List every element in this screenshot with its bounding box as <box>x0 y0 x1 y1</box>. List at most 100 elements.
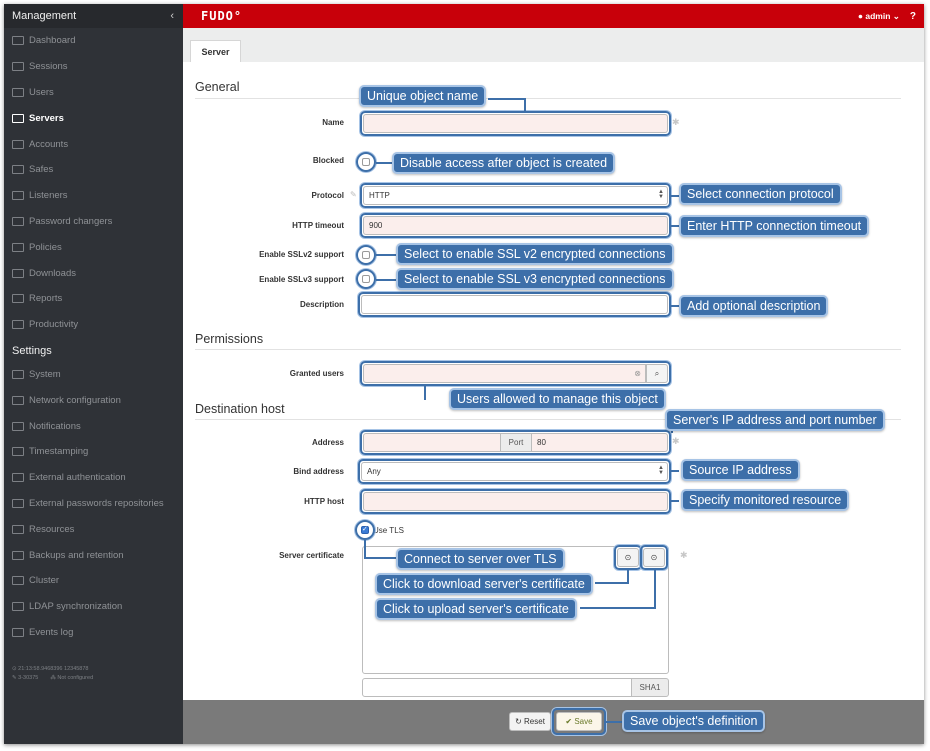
search-icon[interactable]: ⌕ <box>646 364 668 383</box>
sidebar-item-productivity[interactable]: Productivity <box>4 312 183 338</box>
sidebar-item-events-log[interactable]: Events log <box>4 620 183 646</box>
sidebar-item-dashboard[interactable]: Dashboard <box>4 28 183 54</box>
sidebar-item-label: Policies <box>29 241 62 253</box>
callout-tls: Connect to server over TLS <box>396 548 565 570</box>
callout-name: Unique object name <box>359 85 487 107</box>
http-timeout-input[interactable]: 900 <box>363 216 668 235</box>
sidebar-item-servers[interactable]: Servers <box>4 105 183 131</box>
archive-icon <box>12 550 24 560</box>
sslv2-checkbox[interactable] <box>362 251 370 259</box>
sync-icon <box>12 602 24 612</box>
save-button[interactable]: ✔ Save <box>556 712 602 731</box>
address-label: Address <box>311 438 344 447</box>
sidebar-footer: ⊙ 21:13:58.9468396 12345878 ✎ 3-30375 ⁂ … <box>12 665 93 683</box>
sidebar-item-cluster[interactable]: Cluster <box>4 568 183 594</box>
granted-users-input[interactable]: ⊗ <box>363 364 646 383</box>
port-value: 80 <box>537 438 546 447</box>
sidebar-item-safes[interactable]: Safes <box>4 157 183 183</box>
sidebar-item-backups-and-retention[interactable]: Backups and retention <box>4 542 183 568</box>
upload-certificate-icon[interactable]: ⊙ <box>643 548 665 567</box>
app-window: Management ‹ Dashboard Sessions Users Serve… <box>4 4 924 744</box>
blocked-checkbox[interactable] <box>362 158 370 166</box>
connector-line <box>524 98 526 112</box>
clear-icon[interactable]: ⊗ <box>634 369 641 378</box>
download-certificate-icon[interactable]: ⊙ <box>617 548 639 567</box>
name-input[interactable] <box>363 114 668 133</box>
tab-server[interactable]: Server <box>190 40 241 62</box>
connector-line <box>671 500 679 502</box>
chevron-left-icon[interactable]: ‹ <box>170 10 174 22</box>
management-title: Management <box>12 10 77 22</box>
footer-cluster: ⁂ Not configured <box>50 675 94 681</box>
chevron-down-icon: ⌄ <box>892 10 900 21</box>
callout-address: Server's IP address and port number <box>665 409 885 431</box>
address-input[interactable] <box>363 433 501 452</box>
print-icon <box>12 294 24 304</box>
help-icon[interactable]: ? <box>910 11 916 22</box>
save-label: Save <box>574 717 593 726</box>
sidebar-item-external-passwords-repositories[interactable]: External passwords repositories <box>4 491 183 517</box>
sidebar-item-listeners[interactable]: Listeners <box>4 183 183 209</box>
port-input[interactable]: 80 <box>531 433 668 452</box>
listener-icon <box>12 191 24 201</box>
bind-address-select[interactable]: Any ▲ ▼ <box>361 462 668 481</box>
sidebar-item-accounts[interactable]: Accounts <box>4 131 183 157</box>
sidebar-item-users[interactable]: Users <box>4 80 183 106</box>
refresh-icon: ↻ <box>515 717 525 726</box>
granted-users-label: Granted users <box>289 369 344 378</box>
sidebar-item-reports[interactable]: Reports <box>4 286 183 312</box>
general-section-title: General <box>195 80 240 94</box>
sidebar-item-label: Backups and retention <box>29 549 124 561</box>
sidebar-item-label: External authentication <box>29 472 126 484</box>
sidebar-item-password-changers[interactable]: Password changers <box>4 209 183 235</box>
sidebar-item-label: Network configuration <box>29 394 121 406</box>
edit-icon: ✎ <box>350 190 357 199</box>
protocol-select[interactable]: HTTP ▲ ▼ <box>363 186 668 205</box>
sidebar-item-downloads[interactable]: Downloads <box>4 260 183 286</box>
sidebar-item-notifications[interactable]: Notifications <box>4 413 183 439</box>
sidebar-item-resources[interactable]: Resources <box>4 516 183 542</box>
sslv3-checkbox[interactable] <box>362 275 370 283</box>
user-area: ● admin ⌄ ? <box>858 11 916 22</box>
callout-timeout: Enter HTTP connection timeout <box>679 215 870 237</box>
sidebar-item-label: Dashboard <box>29 35 76 47</box>
footer-version: ✎ 3-30375 <box>12 675 39 681</box>
sha1-label: SHA1 <box>631 678 669 697</box>
required-icon: ✱ <box>672 436 680 446</box>
sidebar-item-label: LDAP synchronization <box>29 601 123 613</box>
connector-line <box>376 162 392 164</box>
certificate-hash-input[interactable] <box>362 678 632 697</box>
reset-label: Reset <box>524 717 545 726</box>
settings-title: Settings <box>12 344 52 357</box>
sidebar-item-external-authentication[interactable]: External authentication <box>4 465 183 491</box>
use-tls-checkbox[interactable] <box>361 525 369 534</box>
users-icon <box>12 87 24 97</box>
connector-line <box>595 582 629 584</box>
settings-menu: System Network configuration Notifications… <box>4 362 183 646</box>
edit-icon <box>12 447 24 457</box>
sidebar-item-timestamping[interactable]: Timestamping <box>4 439 183 465</box>
sidebar-item-policies[interactable]: Policies <box>4 234 183 260</box>
section-divider <box>195 349 901 350</box>
server-icon <box>12 113 24 123</box>
sidebar-item-sessions[interactable]: Sessions <box>4 54 183 80</box>
bind-address-label: Bind address <box>293 467 344 476</box>
bind-address-value: Any <box>367 467 381 476</box>
sidebar-item-label: Resources <box>29 523 75 535</box>
user-menu[interactable]: ● admin ⌄ <box>858 11 900 22</box>
http-host-input[interactable] <box>363 492 668 511</box>
callout-sslv2: Select to enable SSL v2 encrypted connec… <box>396 243 674 265</box>
sidebar-item-system[interactable]: System <box>4 362 183 388</box>
shield-icon <box>12 242 24 252</box>
callout-blocked: Disable access after object is created <box>392 152 616 174</box>
user-name: admin <box>865 10 891 21</box>
sidebar-item-ldap-synchronization[interactable]: LDAP synchronization <box>4 594 183 620</box>
sidebar-item-network-configuration[interactable]: Network configuration <box>4 387 183 413</box>
reset-button[interactable]: ↻ Reset <box>509 712 551 731</box>
http-timeout-label: HTTP timeout <box>292 221 344 230</box>
connector-line <box>654 570 656 608</box>
server-form: General Name ✱ Blocked Protocol ✎ HTTP ▲… <box>183 62 924 700</box>
description-input[interactable] <box>361 295 668 314</box>
required-icon: ✱ <box>680 550 688 560</box>
sidebar-item-label: Cluster <box>29 575 60 587</box>
